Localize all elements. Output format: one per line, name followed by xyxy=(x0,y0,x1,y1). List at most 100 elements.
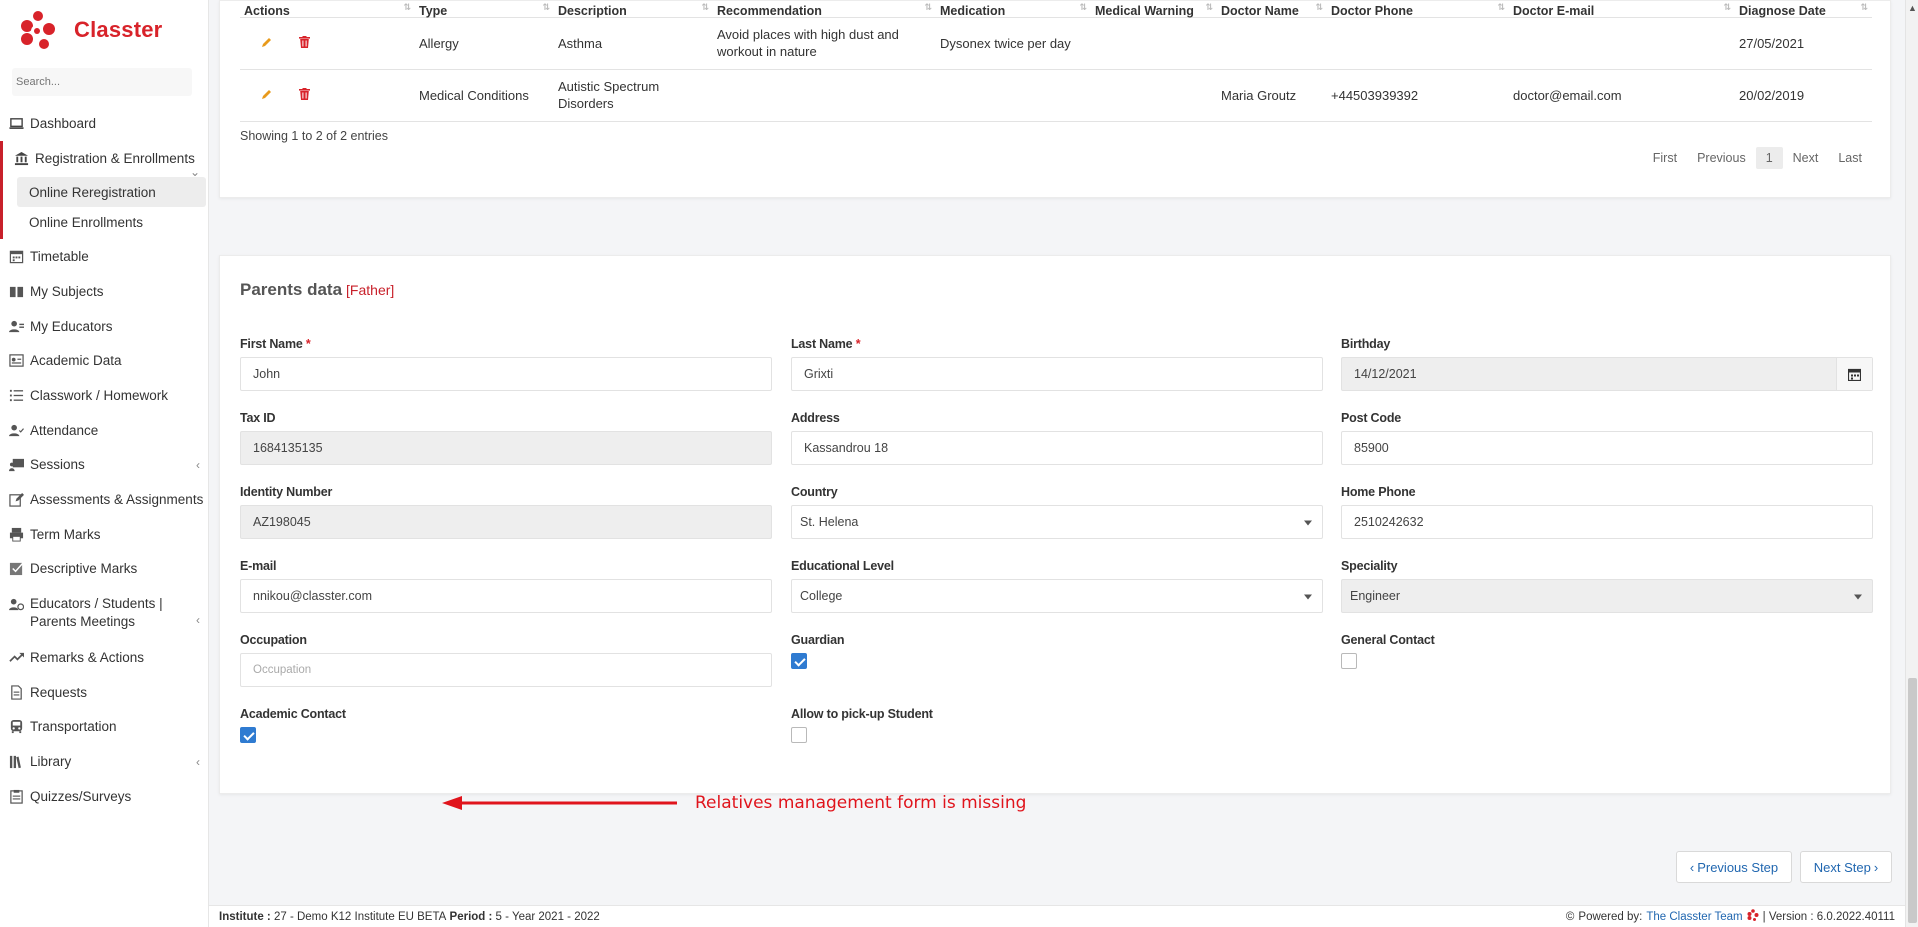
sidebar-item-remarks-actions[interactable]: Remarks & Actions xyxy=(0,640,208,675)
post-code-group: Post Code 85900 xyxy=(1341,411,1873,465)
column-header[interactable]: Actions ⇅ xyxy=(240,1,415,18)
address-input[interactable]: Kassandrou 18 xyxy=(791,431,1323,465)
cell-type: Allergy xyxy=(415,17,554,70)
pagination: First Previous 1 Next Last xyxy=(1643,147,1872,169)
country-select[interactable]: St. Helena xyxy=(791,505,1323,539)
sidebar-item-descriptive-marks[interactable]: Descriptive Marks xyxy=(0,552,208,587)
birthday-value: 14/12/2021 xyxy=(1354,367,1417,381)
sidebar-item-quizzes-surveys[interactable]: Quizzes/Surveys xyxy=(0,779,208,814)
educational-level-label: Educational Level xyxy=(791,559,894,573)
sidebar-item-library[interactable]: Library ‹ xyxy=(0,744,208,779)
users-icon xyxy=(8,318,24,334)
last-name-input[interactable]: Grixti xyxy=(791,357,1323,391)
column-header[interactable]: Diagnose Date ⇅ xyxy=(1735,1,1872,18)
table-row: Allergy Asthma Avoid places with high du… xyxy=(240,17,1872,70)
sidebar-nav: Dashboard Registration & Enrollments ⌄ xyxy=(0,106,208,179)
home-phone-input[interactable]: 2510242632 xyxy=(1341,505,1873,539)
sidebar-item-meetings[interactable]: Educators / Students | Parents Meetings … xyxy=(0,586,208,640)
parents-data-card: Parents data [Father] First Name * John L… xyxy=(219,255,1891,794)
page-scrollbar[interactable]: ▲ xyxy=(1905,0,1918,927)
academic-contact-label: Academic Contact xyxy=(240,707,346,721)
calendar-icon[interactable] xyxy=(1836,358,1872,390)
sidebar-item-label: Assessments & Assignments xyxy=(30,492,204,508)
sidebar-item-registration[interactable]: Registration & Enrollments ⌄ xyxy=(0,140,208,179)
birthday-input[interactable]: 14/12/2021 xyxy=(1341,357,1873,391)
institute-label: Institute : xyxy=(219,910,271,923)
sidebar-subnav: Online Reregistration Online Enrollments xyxy=(0,175,208,240)
search-input[interactable] xyxy=(16,76,188,88)
cell-doctor-name: Maria Groutz xyxy=(1217,69,1327,122)
cell-type: Medical Conditions xyxy=(415,69,554,122)
chevron-down-icon: ⌄ xyxy=(189,164,200,179)
sidebar-item-academic-data[interactable]: Academic Data xyxy=(0,343,208,378)
sidebar-item-sessions[interactable]: Sessions ‹ xyxy=(0,448,208,483)
scrollbar-thumb[interactable] xyxy=(1908,678,1917,923)
previous-step-button[interactable]: ‹ Previous Step xyxy=(1676,851,1792,883)
cell-medication xyxy=(936,69,1091,122)
trash-icon[interactable] xyxy=(299,35,310,52)
shuffle-icon xyxy=(8,650,24,666)
identity-number-input[interactable]: AZ198045 xyxy=(240,505,772,539)
sidebar-item-my-educators[interactable]: My Educators xyxy=(0,309,208,344)
classter-team-link[interactable]: The Classter Team xyxy=(1646,911,1742,923)
relation-label: [Father] xyxy=(346,282,395,298)
occupation-group: Occupation Occupation xyxy=(240,633,772,687)
required-mark: * xyxy=(305,337,311,351)
search-box xyxy=(12,68,192,96)
pencil-icon[interactable] xyxy=(261,87,273,104)
first-name-input[interactable]: John xyxy=(240,357,772,391)
sidebar-item-timetable[interactable]: Timetable xyxy=(0,239,208,274)
sidebar-item-label: Registration & Enrollments xyxy=(35,150,195,166)
allow-pickup-group: Allow to pick-up Student xyxy=(791,707,1323,743)
academic-contact-checkbox[interactable] xyxy=(240,727,256,743)
sidebar-item-classwork-homework[interactable]: Classwork / Homework xyxy=(0,378,208,413)
allow-pickup-checkbox[interactable] xyxy=(791,727,807,743)
pager-current-page[interactable]: 1 xyxy=(1755,147,1783,169)
sidebar-item-attendance[interactable]: Attendance xyxy=(0,413,208,448)
speciality-select[interactable]: Engineer xyxy=(1341,579,1873,613)
sidebar-item-assessments[interactable]: Assessments & Assignments xyxy=(0,482,208,517)
general-contact-checkbox[interactable] xyxy=(1341,653,1357,669)
educational-level-select[interactable]: College xyxy=(791,579,1323,613)
column-header[interactable]: Doctor Name ⇅ xyxy=(1217,1,1327,18)
chevron-right-icon: › xyxy=(1873,859,1879,875)
column-header[interactable]: Type ⇅ xyxy=(415,1,554,18)
list-icon xyxy=(8,387,24,403)
post-code-input[interactable]: 85900 xyxy=(1341,431,1873,465)
entries-info: Showing 1 to 2 of 2 entries xyxy=(240,129,389,143)
next-step-button[interactable]: Next Step › xyxy=(1800,851,1892,883)
email-input[interactable]: nnikou@classter.com xyxy=(240,579,772,613)
sidebar-item-transportation[interactable]: Transportation xyxy=(0,710,208,745)
sort-icon: ⇅ xyxy=(1079,2,1087,12)
logo[interactable]: Classter xyxy=(0,0,208,60)
tax-id-input[interactable]: 1684135135 xyxy=(240,431,772,465)
pager-last[interactable]: Last xyxy=(1828,147,1872,169)
trash-icon[interactable] xyxy=(299,87,310,104)
scroll-up-icon[interactable]: ▲ xyxy=(1908,3,1917,13)
sidebar-item-label: Timetable xyxy=(30,249,89,265)
pager-first[interactable]: First xyxy=(1643,147,1687,169)
guardian-checkbox[interactable] xyxy=(791,653,807,669)
first-name-label: First Name * xyxy=(240,337,311,351)
meeting-icon xyxy=(8,596,24,612)
column-header[interactable]: Doctor Phone ⇅ xyxy=(1327,1,1509,18)
column-header[interactable]: Description ⇅ xyxy=(554,1,713,18)
sidebar-item-dashboard[interactable]: Dashboard xyxy=(0,106,208,141)
cell-diagnose-date: 20/02/2019 xyxy=(1735,69,1872,122)
column-header[interactable]: Medication ⇅ xyxy=(936,1,1091,18)
column-header[interactable]: Recommendation ⇅ xyxy=(713,1,936,18)
pager-previous[interactable]: Previous xyxy=(1687,147,1756,169)
pager-next[interactable]: Next xyxy=(1783,147,1829,169)
sidebar-item-term-marks[interactable]: Term Marks xyxy=(0,517,208,552)
pencil-icon[interactable] xyxy=(261,35,273,52)
column-header[interactable]: Medical Warning ⇅ xyxy=(1091,1,1217,18)
app: Classter Dashboard Registration & Enroll… xyxy=(0,0,1918,927)
column-header[interactable]: Doctor E-mail ⇅ xyxy=(1509,1,1735,18)
sort-icon: ⇅ xyxy=(1860,2,1868,12)
sidebar-subitem-online-reregistration[interactable]: Online Reregistration xyxy=(17,177,206,208)
sidebar-item-requests[interactable]: Requests xyxy=(0,675,208,710)
occupation-input[interactable]: Occupation xyxy=(240,653,772,687)
sidebar-subitem-online-enrollments[interactable]: Online Enrollments xyxy=(17,207,206,237)
general-contact-label: General Contact xyxy=(1341,633,1435,647)
sidebar-item-my-subjects[interactable]: My Subjects xyxy=(0,274,208,309)
